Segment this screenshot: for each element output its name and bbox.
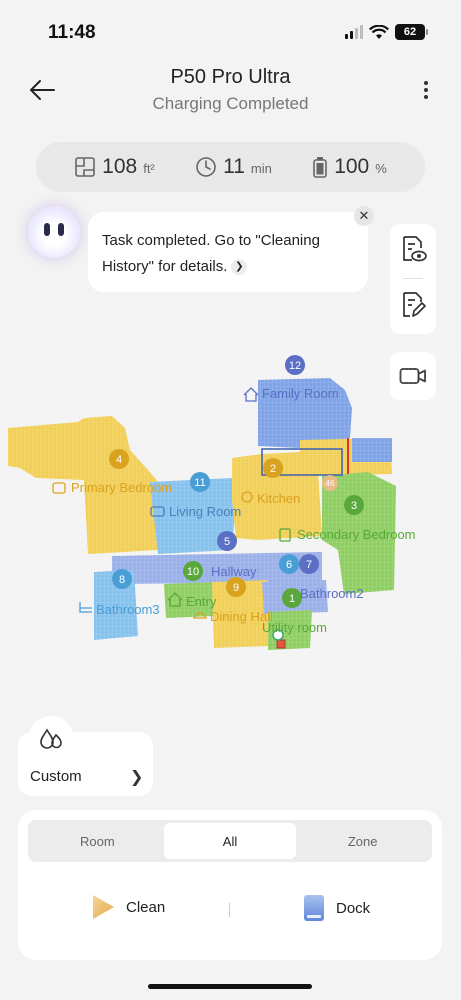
- status-time: 11:48: [48, 22, 96, 43]
- device-status: Charging Completed: [152, 94, 309, 113]
- room-marker-6-label: 6: [286, 559, 292, 571]
- close-message-button[interactable]: ✕: [354, 206, 374, 226]
- room-marker-1-label: 1: [289, 593, 295, 605]
- clock-icon: [196, 157, 216, 177]
- chevron-right-icon[interactable]: ❯: [231, 259, 248, 276]
- room-label-entry: Entry: [186, 594, 217, 609]
- room-label-bathroom3: Bathroom3: [96, 602, 160, 617]
- clean-mode-tabs: Room All Zone: [28, 820, 432, 862]
- tab-room[interactable]: Room: [31, 823, 164, 859]
- room-marker-8[interactable]: 8: [112, 569, 132, 589]
- room-label-kitchen: Kitchen: [257, 491, 300, 506]
- more-options-button[interactable]: [416, 76, 436, 104]
- dock-marker: [276, 639, 286, 649]
- stat-time-value: 11: [223, 155, 245, 178]
- room-marker-5[interactable]: 5: [217, 531, 237, 551]
- room-marker-6[interactable]: 6: [279, 554, 299, 574]
- battery-icon: 62: [395, 24, 428, 40]
- home-indicator[interactable]: [148, 984, 312, 989]
- play-icon: [93, 895, 114, 919]
- signal-icon: [345, 25, 363, 39]
- dock-icon: [304, 895, 324, 921]
- room-marker-3-label: 3: [351, 500, 357, 512]
- edit-map-button[interactable]: [398, 290, 428, 320]
- map-tools-panel: [390, 224, 436, 334]
- room-marker-11[interactable]: 11: [190, 472, 210, 492]
- room-label-hallway: Hallway: [211, 564, 257, 579]
- room-marker-7-label: 7: [306, 559, 312, 571]
- room-marker-7[interactable]: 7: [299, 554, 319, 574]
- bed-icon: [52, 482, 66, 494]
- robot-eye-icon: [58, 223, 64, 236]
- stat-area-unit: ft²: [143, 161, 155, 176]
- room-marker-9[interactable]: 9: [226, 577, 246, 597]
- room-label-utility-room: Utility room: [262, 620, 327, 635]
- room-marker-10[interactable]: 10: [183, 561, 203, 581]
- map-view-icon: [403, 236, 427, 262]
- status-icons: 62: [345, 24, 428, 40]
- stat-area-value: 108: [102, 155, 138, 178]
- battery-icon: [313, 157, 327, 178]
- stat-battery-value: 100: [334, 155, 370, 178]
- room-marker-10-label: 10: [187, 566, 199, 578]
- message-line-2: History" for details.: [102, 258, 228, 275]
- stat-battery: 100 %: [312, 155, 387, 179]
- robot-avatar: [28, 206, 80, 258]
- task-message-bubble[interactable]: Task completed. Go to "Cleaning History"…: [88, 212, 368, 292]
- chevron-right-icon: ❯: [130, 769, 144, 786]
- room-marker-3[interactable]: 3: [344, 495, 364, 515]
- obstacle-badge-count: 46: [326, 479, 335, 488]
- room-marker-1[interactable]: 1: [282, 588, 302, 608]
- area-icon: [75, 157, 95, 177]
- wifi-icon: [369, 24, 389, 39]
- room-marker-11-label: 11: [194, 477, 205, 489]
- floor-map[interactable]: 46 12 4 11 2 3 5 10 6 7 8 9 1 Family Roo…: [0, 350, 461, 660]
- room-label-primary-bedroom: Primary Bedroom: [71, 480, 172, 495]
- room-marker-12[interactable]: 12: [285, 355, 305, 375]
- room-label-bathroom2: Bathroom2: [300, 586, 364, 601]
- stat-time: 11 min: [195, 155, 272, 179]
- room-marker-5-label: 5: [224, 536, 230, 548]
- cleaning-stats: 108 ft² 11 min 100 %: [36, 142, 425, 192]
- dock-button[interactable]: Dock: [302, 893, 370, 923]
- view-map-button[interactable]: [398, 234, 428, 264]
- room-marker-8-label: 8: [119, 574, 125, 586]
- room-label-secondary-bedroom: Secondary Bedroom: [297, 527, 416, 542]
- robot-eye-icon: [44, 223, 50, 236]
- room-label-family-room: Family Room: [262, 386, 339, 401]
- map-edit-icon: [403, 292, 426, 317]
- close-icon: ✕: [358, 208, 370, 223]
- water-drops-icon: [40, 728, 62, 749]
- room-marker-9-label: 9: [233, 582, 239, 594]
- room-label-living-room: Living Room: [169, 504, 241, 519]
- room-marker-4[interactable]: 4: [109, 449, 129, 469]
- room-marker-12-label: 12: [289, 360, 301, 372]
- room-marker-2[interactable]: 2: [263, 458, 283, 478]
- message-line-1: Task completed. Go to "Cleaning: [102, 232, 320, 249]
- home-icon: [243, 387, 259, 402]
- room-marker-2-label: 2: [270, 463, 276, 475]
- stat-battery-unit: %: [375, 161, 387, 176]
- page-title: P50 Pro Ultra: [170, 66, 291, 88]
- tab-zone[interactable]: Zone: [296, 823, 429, 859]
- clean-button[interactable]: Clean: [90, 893, 165, 921]
- stat-time-unit: min: [250, 161, 272, 176]
- water-drops-badge: [28, 716, 74, 762]
- tools-divider: [403, 278, 423, 279]
- clean-label: Clean: [126, 898, 166, 916]
- dock-label: Dock: [336, 899, 371, 917]
- custom-mode-label: Custom: [30, 768, 82, 785]
- message-line-2-wrap: History" for details. ❯: [102, 254, 354, 280]
- room-marker-4-label: 4: [116, 454, 122, 466]
- stat-area: 108 ft²: [74, 155, 155, 179]
- bathtub-icon: [79, 602, 92, 613]
- tab-all[interactable]: All: [163, 823, 297, 859]
- action-divider: [229, 903, 230, 917]
